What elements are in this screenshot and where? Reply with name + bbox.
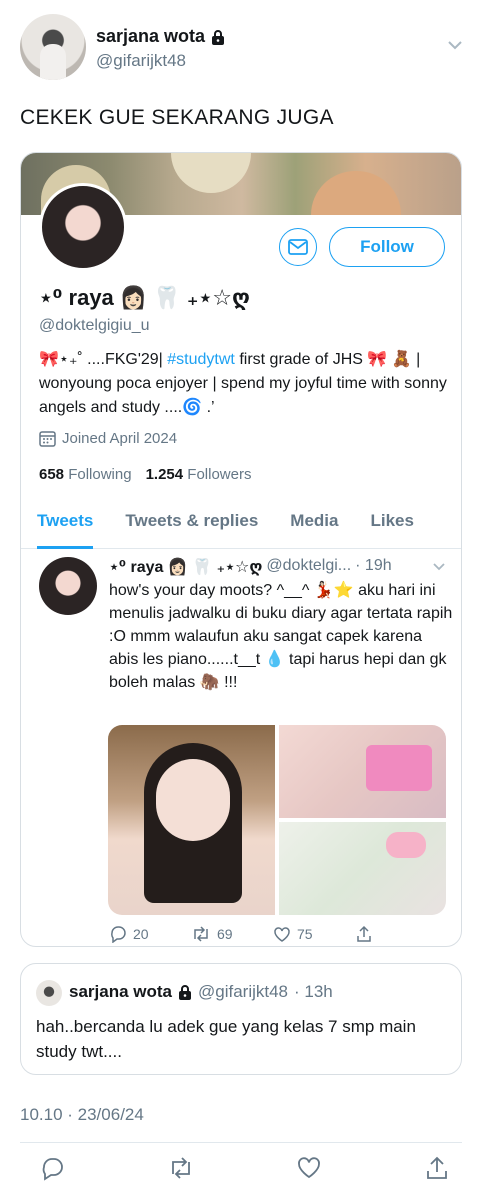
inner-tweet-avatar[interactable]	[39, 557, 97, 615]
reply-header: sarjana wota @gifarijkt48 · 13h	[69, 982, 333, 1002]
lock-icon	[178, 984, 192, 1000]
media-photo-2[interactable]	[279, 725, 446, 818]
media-photo-3[interactable]	[279, 822, 446, 915]
author-name[interactable]: sarjana wota	[96, 26, 205, 47]
followers-count: 1.254	[145, 466, 184, 483]
quoted-reply-card[interactable]: sarjana wota @gifarijkt48 · 13h hah..ber…	[20, 963, 462, 1075]
reply-avatar[interactable]	[36, 980, 62, 1006]
chevron-down-icon[interactable]	[431, 559, 447, 575]
followers-label: Followers	[187, 466, 252, 483]
media-grid	[108, 725, 446, 915]
retweet-action[interactable]: 69	[191, 925, 273, 943]
follow-stats: 658 Following 1.254 Followers	[39, 466, 251, 483]
followers-stat[interactable]: 1.254 Followers	[146, 466, 252, 483]
profile-bio: 🎀⋆₊˚ ....FKG'29| #studytwt first grade o…	[39, 348, 449, 420]
like-action[interactable]: 75	[273, 925, 355, 943]
profile-avatar[interactable]	[39, 183, 127, 271]
inner-tweet-actions: 20 69 75	[109, 925, 454, 943]
following-count: 658	[39, 466, 65, 483]
profile-tabs: Tweets Tweets & replies Media Likes	[21, 503, 461, 549]
following-label: Following	[68, 466, 132, 483]
inner-tweet-name[interactable]: ⋆⁰ raya 👩🏻 🦷 ₊⋆☆ღ	[109, 557, 262, 577]
media-photo-1[interactable]	[108, 725, 275, 915]
calendar-icon	[39, 431, 56, 447]
divider	[20, 1142, 462, 1143]
chevron-down-icon[interactable]	[446, 36, 464, 54]
profile-handle: @doktelgigiu_u	[39, 317, 150, 334]
tweet-actions	[40, 1155, 450, 1181]
joined-date: Joined April 2024	[39, 430, 177, 447]
tab-likes[interactable]: Likes	[370, 503, 413, 549]
quoted-profile-card[interactable]: Follow ⋆⁰ raya 👩🏻 🦷 ₊⋆☆ღ @doktelgigiu_u …	[20, 152, 462, 947]
tweet-timestamp: 10.10 · 23/06/24	[20, 1105, 144, 1124]
retweet-icon[interactable]	[168, 1155, 194, 1181]
share-action[interactable]	[355, 925, 437, 943]
message-button[interactable]	[279, 228, 317, 266]
following-stat[interactable]: 658 Following	[39, 466, 132, 483]
reply-author-handle[interactable]: @gifarijkt48	[198, 982, 288, 1002]
tweet-text: CEKEK GUE SEKARANG JUGA	[20, 106, 334, 129]
author-name-row[interactable]: sarjana wota	[96, 26, 225, 47]
bio-prefix: 🎀⋆₊˚ ....FKG'29|	[39, 351, 168, 368]
reply-time: · 13h	[294, 982, 333, 1001]
like-count: 75	[297, 926, 313, 942]
reply-text: hah..bercanda lu adek gue yang kelas 7 s…	[36, 1017, 416, 1061]
inner-tweet-text: how's your day moots? ^__^ 💃🏻⭐ aku hari …	[109, 582, 453, 691]
tweet-header: sarjana wota @gifarijkt48	[20, 14, 470, 84]
user-avatar[interactable]	[20, 14, 86, 80]
reply-action[interactable]: 20	[109, 925, 191, 943]
reply-count: 20	[133, 926, 149, 942]
inner-tweet-time: · 19h	[355, 557, 392, 574]
tab-tweets-replies[interactable]: Tweets & replies	[125, 503, 258, 549]
heart-icon[interactable]	[296, 1155, 322, 1181]
inner-tweet-header: ⋆⁰ raya 👩🏻 🦷 ₊⋆☆ღ @doktelgi... · 19h	[109, 557, 392, 577]
joined-label: Joined April 2024	[62, 430, 178, 447]
inner-tweet[interactable]: ⋆⁰ raya 👩🏻 🦷 ₊⋆☆ღ @doktelgi... · 19h how…	[21, 549, 461, 946]
lock-icon	[211, 29, 225, 45]
reply-icon[interactable]	[40, 1155, 66, 1181]
share-icon[interactable]	[424, 1155, 450, 1181]
retweet-icon	[194, 926, 208, 942]
author-handle[interactable]: @gifarijkt48	[96, 51, 186, 71]
reply-icon	[111, 926, 126, 943]
share-icon	[357, 925, 371, 942]
tab-media[interactable]: Media	[290, 503, 338, 549]
follow-button[interactable]: Follow	[329, 227, 445, 267]
reply-author-name[interactable]: sarjana wota	[69, 982, 172, 1002]
envelope-icon	[288, 239, 308, 255]
tab-tweets[interactable]: Tweets	[37, 503, 94, 549]
bio-hashtag[interactable]: #studytwt	[167, 351, 235, 368]
retweet-count: 69	[217, 926, 233, 942]
profile-name: ⋆⁰ raya 👩🏻 🦷 ₊⋆☆ღ	[39, 285, 250, 310]
heart-icon	[274, 926, 290, 942]
inner-tweet-handle[interactable]: @doktelgi...	[266, 557, 351, 577]
